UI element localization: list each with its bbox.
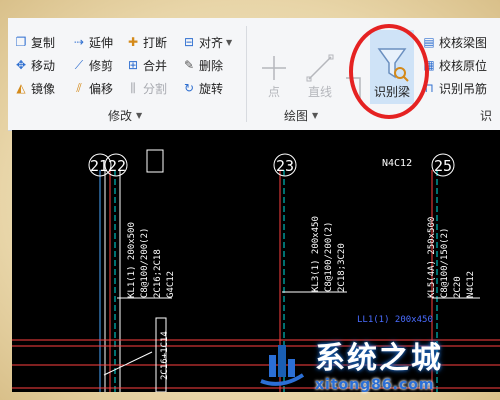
break-label: 打断 (143, 35, 168, 50)
side-rebar-label: 2C16+1C14 (160, 331, 170, 380)
copy-icon: ❐ (15, 35, 27, 49)
axis-label: 25 (434, 157, 453, 175)
check-in-situ-button[interactable]: ▦ 校核原位 (422, 55, 487, 75)
move-button[interactable]: ✥ 移动 (14, 55, 55, 75)
break-icon: ✚ (127, 35, 139, 49)
rotate-button[interactable]: ↻ 旋转 (182, 78, 223, 98)
check-in-situ-label: 校核原位 (439, 58, 488, 73)
top-rebar-label: N4C12 (382, 158, 413, 169)
align-label: 对齐 (199, 35, 224, 50)
beam-annotation-line: KL1(1) 200x500 (127, 222, 137, 298)
trim-icon: ⟋ (74, 58, 84, 72)
site-watermark: 系统之城 xitong86.com (255, 333, 443, 393)
beam-annotation-line: N4C12 (466, 270, 476, 298)
beam-annotation-line: 2C16;2C18 (153, 249, 163, 298)
draw-group-text: 绘图 (284, 109, 309, 123)
split-icon: ⫼ (130, 81, 136, 95)
sub-beam-label: LL1(1) 200x450 (357, 315, 433, 325)
offset-button[interactable]: ⫽ 偏移 (72, 78, 113, 98)
point-button[interactable]: 点 (252, 34, 296, 104)
rotate-icon: ↻ (183, 81, 195, 95)
modify-group-text: 修改 (108, 109, 133, 123)
beam-annotation: KL3(1) 200x450 C8@100/200(2) 2C18;3C20 (310, 216, 349, 292)
point-label: 点 (267, 85, 280, 99)
split-button[interactable]: ⫼ 分割 (126, 78, 167, 98)
identify-group-text: 识 (480, 109, 493, 123)
watermark-title: 系统之城 (315, 341, 443, 376)
mirror-icon: ◭ (16, 81, 26, 95)
point-icon (262, 56, 286, 80)
copy-label: 复制 (31, 35, 56, 50)
identify-group-label[interactable]: 识 (480, 107, 492, 124)
watermark-url: xitong86.com (315, 377, 435, 393)
align-icon: ⊟ (183, 35, 195, 49)
split-label: 分割 (143, 81, 168, 96)
identify-hanger-label: 识别吊筋 (439, 81, 488, 96)
beam-annotation-line: KL5(4A) 250x500 (427, 216, 437, 298)
chevron-down-icon: ▼ (136, 111, 143, 120)
extend-label: 延伸 (89, 35, 114, 50)
axis-label: 22 (108, 157, 127, 175)
group-divider (246, 26, 247, 122)
delete-button[interactable]: ✎ 删除 (182, 55, 223, 75)
beam-annotation-line: C8@100/150(2) (440, 227, 450, 298)
beam-annotation: KL1(1) 200x500 C8@100/200(2) 2C16;2C18 G… (126, 222, 178, 298)
beam-annotation-line: 2C20 (453, 276, 463, 298)
eraser-icon: ✎ (183, 58, 195, 72)
beam-annotation-line: C8@100/200(2) (140, 227, 150, 298)
line-icon (306, 54, 334, 82)
identify-hanger-button[interactable]: ⊓ 识别吊筋 (422, 78, 487, 98)
beam-annotation-line: C8@100/200(2) (324, 221, 334, 292)
draw-group-label[interactable]: 绘图 ▼ (284, 107, 318, 124)
copy-button[interactable]: ❐ 复制 (14, 32, 55, 52)
city-logo-icon (260, 345, 305, 386)
mirror-label: 镜像 (31, 81, 56, 96)
beam-annotation-line: 2C18;3C20 (337, 243, 347, 292)
axis-label: 21 (90, 157, 109, 175)
break-button[interactable]: ✚ 打断 (126, 32, 167, 52)
check-beam-drawing-button[interactable]: ▤ 校核梁图 (422, 32, 487, 52)
merge-button[interactable]: ⊞ 合并 (126, 55, 167, 75)
beam-annotation-line: G4C12 (166, 270, 176, 298)
beam-annotation-line: KL3(1) 200x450 (311, 216, 321, 292)
extend-icon: ⇢ (73, 35, 85, 49)
offset-icon: ⫽ (76, 81, 82, 95)
move-label: 移动 (31, 58, 56, 73)
axis-label: 23 (276, 157, 295, 175)
line-label: 直线 (307, 85, 332, 99)
modify-group-label[interactable]: 修改 ▼ (108, 107, 142, 124)
highlight-circle (349, 24, 429, 119)
trim-label: 修剪 (89, 58, 114, 73)
line-button[interactable]: 直线 (298, 34, 342, 104)
check-drawing-icon: ▤ (423, 35, 435, 49)
mirror-button[interactable]: ◭ 镜像 (14, 78, 55, 98)
offset-label: 偏移 (89, 81, 114, 96)
extend-button[interactable]: ⇢ 延伸 (72, 32, 113, 52)
rotate-label: 旋转 (199, 81, 224, 96)
beam-annotation: KL5(4A) 250x500 C8@100/150(2) 2C20 N4C12 (426, 217, 478, 298)
merge-label: 合并 (143, 58, 168, 73)
delete-label: 删除 (199, 58, 224, 73)
check-beam-drawing-label: 校核梁图 (439, 35, 488, 50)
chevron-down-icon: ▼ (226, 37, 233, 47)
chevron-down-icon: ▼ (312, 111, 319, 120)
trim-button[interactable]: ⟋ 修剪 (72, 55, 113, 75)
merge-icon: ⊞ (127, 58, 139, 72)
move-icon: ✥ (15, 58, 27, 72)
align-button[interactable]: ⊟ 对齐 ▼ (182, 32, 232, 52)
